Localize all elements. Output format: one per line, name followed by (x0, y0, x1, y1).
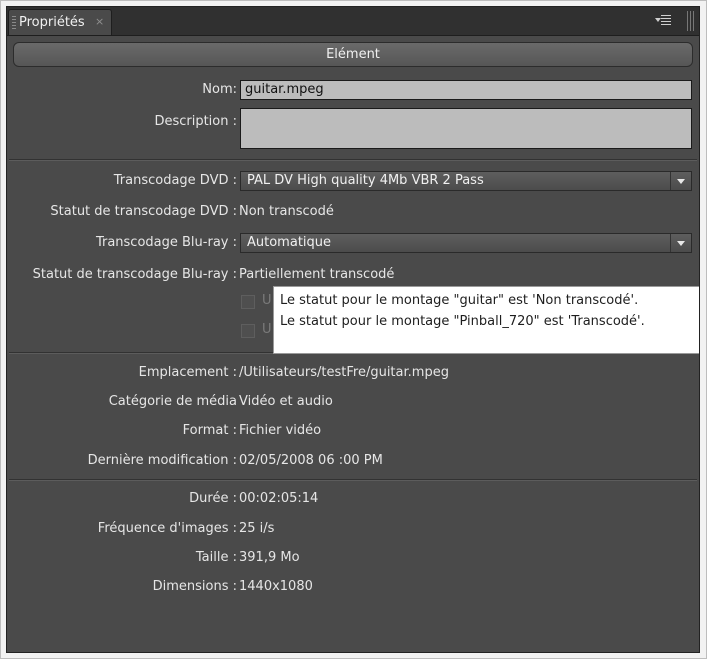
divider (9, 159, 697, 161)
panel-resize-grip-icon[interactable] (687, 11, 695, 31)
media-category-label: Catégorie de média (108, 394, 237, 409)
name-input[interactable]: guitar.mpeg (240, 80, 692, 100)
section-element-header[interactable]: Elément (13, 42, 693, 67)
description-label: Description : (154, 114, 237, 129)
last-modified-value: 02/05/2008 06 :00 PM (239, 453, 383, 468)
name-label: Nom: (202, 82, 237, 97)
format-value: Fichier vidéo (239, 423, 322, 438)
bluray-status-label: Statut de transcodage Blu-ray : (32, 267, 237, 282)
bluray-transcode-value: Automatique (247, 235, 332, 250)
checkbox-option-1-label: U (262, 293, 272, 308)
tooltip-line-1: Le statut pour le montage "guitar" est '… (280, 293, 639, 308)
framerate-value: 25 i/s (239, 521, 275, 536)
checkbox-option-2[interactable] (241, 324, 255, 338)
dvd-transcode-dropdown[interactable]: PAL DV High quality 4Mb VBR 2 Pass (240, 171, 692, 191)
checkbox-option-2-label: U (262, 322, 272, 337)
transcode-status-tooltip: Le statut pour le montage "guitar" est '… (273, 286, 699, 354)
media-category-value: Vidéo et audio (239, 394, 333, 409)
tab-properties[interactable]: Propriétés × (8, 9, 112, 35)
bluray-transcode-dropdown[interactable]: Automatique (240, 233, 692, 253)
size-value: 391,9 Mo (239, 550, 300, 565)
format-label: Format : (182, 423, 237, 438)
duration-value: 00:02:05:14 (239, 491, 319, 506)
tooltip-line-2: Le statut pour le montage "Pinball_720" … (280, 314, 645, 329)
dimensions-label: Dimensions : (152, 579, 237, 594)
tab-grip-icon[interactable] (12, 16, 16, 30)
tab-close-icon[interactable]: × (95, 15, 104, 28)
dvd-status-label: Statut de transcodage DVD : (50, 204, 237, 219)
framerate-label: Fréquence d'images : (97, 521, 237, 536)
size-label: Taille : (195, 550, 237, 565)
location-label: Emplacement : (138, 365, 237, 380)
last-modified-label: Dernière modification : (87, 453, 237, 468)
location-value: /Utilisateurs/testFre/guitar.mpeg (239, 365, 449, 380)
bluray-status-value: Partiellement transcodé (239, 267, 395, 282)
tab-title: Propriétés (19, 15, 85, 30)
menu-lines-icon (661, 15, 671, 26)
dimensions-value: 1440x1080 (239, 579, 313, 594)
chevron-down-icon[interactable] (670, 172, 691, 190)
checkbox-option-1[interactable] (241, 295, 255, 309)
description-input[interactable] (240, 108, 692, 149)
panel-menu-icon[interactable] (655, 14, 671, 27)
dvd-transcode-value: PAL DV High quality 4Mb VBR 2 Pass (247, 173, 484, 188)
dvd-transcode-label: Transcodage DVD : (113, 173, 237, 188)
properties-panel: Propriétés × Elément Nom: guitar.mpeg De… (6, 6, 700, 653)
panel-tabbar: Propriétés × (7, 7, 699, 36)
dvd-status-value: Non transcodé (239, 204, 334, 219)
chevron-down-icon[interactable] (670, 234, 691, 252)
duration-label: Durée : (189, 491, 237, 506)
divider (9, 479, 697, 481)
bluray-transcode-label: Transcodage Blu-ray : (95, 235, 237, 250)
